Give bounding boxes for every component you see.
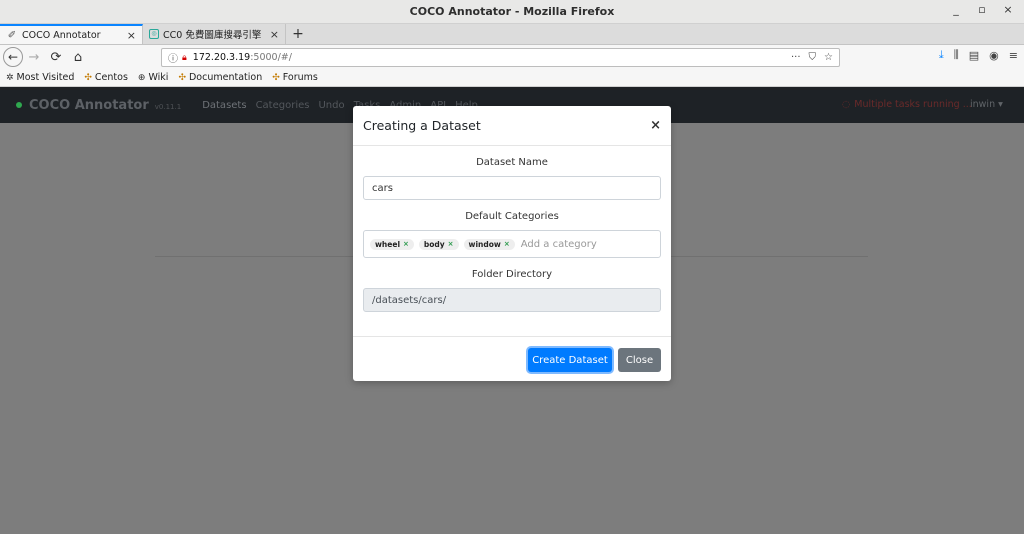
bookmark-label: Most Visited (16, 72, 75, 83)
gear-icon: ✲ (6, 72, 14, 83)
reload-button[interactable]: ⟳ (45, 47, 67, 67)
globe-icon: ⊕ (137, 72, 146, 83)
centos-icon: ✣ (272, 72, 280, 83)
tab-close-icon[interactable]: × (270, 28, 279, 41)
bookmark-label: Forums (282, 72, 318, 83)
modal-header: Creating a Dataset × (353, 106, 671, 146)
extension-icon[interactable]: ◉ (989, 49, 999, 62)
modal-close-icon[interactable]: × (650, 118, 661, 133)
brand[interactable]: COCO Annotator v0.11.1 (16, 98, 181, 113)
tab-label: CC0 免費圖庫搜尋引擎 (163, 30, 262, 41)
bookmark-star-icon[interactable]: ☆ (824, 52, 833, 63)
bookmark-documentation[interactable]: ✣ Documentation (178, 72, 262, 83)
user-dropdown[interactable]: inwin ▾ (970, 99, 1003, 110)
bookmarks-bar: ✲ Most Visited ✣ Centos ⊕ Wiki ✣ Documen… (0, 69, 1024, 87)
info-icon[interactable]: ⓘ (168, 50, 178, 65)
sidebar-icon[interactable]: ▤ (969, 49, 979, 62)
window-title: COCO Annotator - Mozilla Firefox (409, 5, 615, 18)
new-tab-button[interactable]: + (286, 24, 310, 44)
category-tag-window: window × (463, 238, 515, 250)
tag-label: wheel (375, 239, 401, 249)
home-button[interactable]: ⌂ (67, 47, 89, 67)
coco-favicon-icon: ✐ (7, 29, 17, 41)
modal-title: Creating a Dataset (363, 118, 481, 133)
window-titlebar: COCO Annotator - Mozilla Firefox _ ▫ × (0, 0, 1024, 24)
remove-tag-icon[interactable]: × (504, 240, 510, 248)
remove-tag-icon[interactable]: × (403, 240, 409, 248)
pocket-icon[interactable]: ⛉ (809, 52, 817, 63)
dataset-name-label: Dataset Name (476, 157, 548, 168)
close-window-button[interactable]: × (1002, 3, 1014, 16)
toolbar-right: ⤓ ⫼ ▤ ◉ ≡ (939, 48, 1018, 62)
menu-undo[interactable]: Undo (318, 100, 344, 111)
version-label: v0.11.1 (154, 103, 182, 111)
menu-icon[interactable]: ≡ (1009, 49, 1018, 62)
centos-icon: ✣ (178, 72, 186, 83)
tab-label: COCO Annotator (22, 29, 101, 41)
tab-coco-annotator[interactable]: ✐ COCO Annotator × (0, 24, 143, 44)
create-dataset-button[interactable]: Create Dataset (528, 348, 612, 372)
tab-strip: ✐ COCO Annotator × ◎ CC0 免費圖庫搜尋引擎 × + (0, 24, 1024, 45)
bookmark-most-visited[interactable]: ✲ Most Visited (6, 72, 74, 83)
default-categories-label: Default Categories (465, 211, 559, 222)
url-bar[interactable]: ⓘ 🔒︎ 172.20.3.19 :5000/#/ ··· ⛉ ☆ (161, 48, 840, 67)
add-category-input[interactable]: Add a category (521, 239, 597, 250)
bookmark-label: Documentation (188, 72, 263, 83)
bookmark-wiki[interactable]: ⊕ Wiki (138, 72, 169, 83)
tab-close-icon[interactable]: × (127, 29, 136, 42)
close-button[interactable]: Close (618, 348, 661, 372)
tag-label: window (468, 239, 501, 249)
bookmark-label: Wiki (148, 72, 169, 83)
category-tag-body: body × (418, 238, 459, 250)
status-dot-icon (16, 102, 22, 108)
menu-categories[interactable]: Categories (256, 100, 310, 111)
caret-down-icon: ▾ (998, 99, 1003, 110)
modal-body: Dataset Name cars Default Categories whe… (353, 157, 671, 312)
remove-tag-icon[interactable]: × (448, 240, 454, 248)
nav-bar: ← → ⟳ ⌂ ⓘ 🔒︎ 172.20.3.19 :5000/#/ ··· ⛉ … (0, 45, 1024, 69)
folder-directory-field: /datasets/cars/ (363, 288, 661, 312)
page-actions-icon[interactable]: ··· (791, 52, 801, 63)
tag-label: body (423, 239, 445, 249)
bookmark-label: Centos (94, 72, 128, 83)
tab-cc0[interactable]: ◎ CC0 免費圖庫搜尋引擎 × (143, 24, 286, 44)
forward-button[interactable]: → (23, 47, 45, 67)
categories-tag-input[interactable]: wheel × body × window × Add a category (363, 230, 661, 258)
tasks-status[interactable]: ◌ Multiple tasks running ... (842, 99, 972, 110)
create-dataset-modal: Creating a Dataset × Dataset Name cars D… (353, 106, 671, 381)
url-path: :5000/#/ (250, 52, 292, 63)
menu-datasets[interactable]: Datasets (202, 100, 246, 111)
bookmark-centos[interactable]: ✣ Centos (84, 72, 128, 83)
minimize-button[interactable]: _ (950, 3, 962, 16)
window-controls: _ ▫ × (950, 3, 1014, 16)
category-tag-wheel: wheel × (370, 238, 414, 250)
spinner-icon: ◌ (842, 99, 851, 110)
back-button[interactable]: ← (3, 47, 23, 67)
cc0-favicon-icon: ◎ (149, 29, 159, 39)
brand-name: COCO Annotator (29, 97, 149, 113)
library-icon[interactable]: ⫼ (954, 48, 959, 62)
folder-directory-label: Folder Directory (471, 269, 553, 280)
maximize-button[interactable]: ▫ (976, 3, 988, 16)
url-host: 172.20.3.19 (192, 52, 251, 63)
tasks-status-text: Multiple tasks running ... (854, 99, 972, 110)
bookmark-forums[interactable]: ✣ Forums (272, 72, 318, 83)
modal-footer: Create Dataset Close (353, 336, 671, 381)
centos-icon: ✣ (84, 72, 92, 83)
insecure-lock-icon: 🔒︎ (182, 52, 187, 63)
download-icon[interactable]: ⤓ (939, 48, 944, 62)
dataset-name-input[interactable]: cars (363, 176, 661, 200)
user-name: inwin (970, 99, 996, 110)
